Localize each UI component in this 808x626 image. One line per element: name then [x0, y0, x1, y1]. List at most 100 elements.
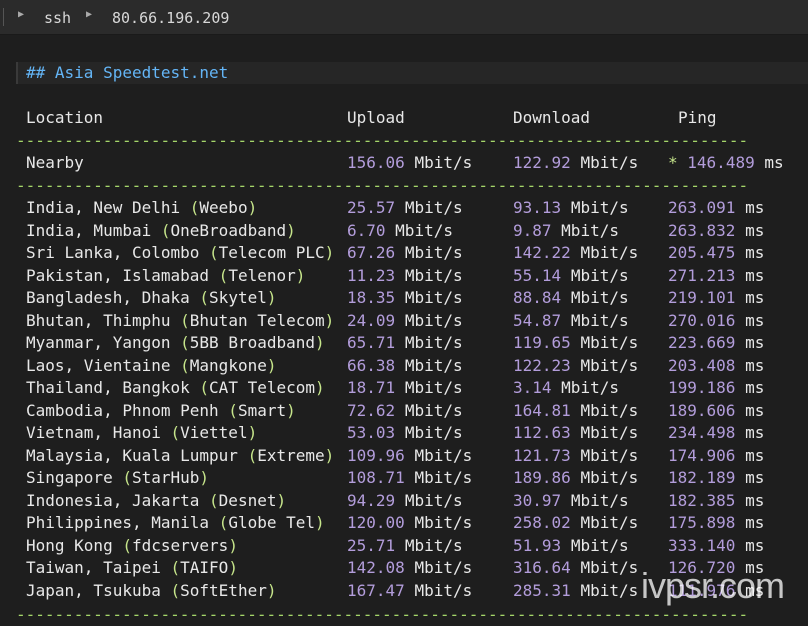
result-upload: 67.26 Mbit/s	[347, 242, 463, 264]
result-ping-value: 189.606	[668, 400, 736, 420]
result-ping: 333.140 ms	[668, 535, 764, 557]
result-download-value: 3.14	[513, 378, 552, 397]
paren-open: (	[180, 310, 190, 330]
result-download-value: 54.87	[513, 310, 562, 330]
result-download-unit: Mbit/s	[561, 378, 619, 397]
result-location: Bhutan, Thimphu (Bhutan Telecom)	[26, 310, 334, 332]
result-isp: TAIFO	[180, 558, 229, 577]
result-place: Philippines, Manila	[26, 513, 210, 532]
result-download-unit: Mbit/s	[570, 265, 629, 285]
paren-close: )	[266, 355, 277, 375]
paren-close: )	[228, 535, 238, 555]
result-download-value: 121.73	[513, 445, 571, 465]
result-upload-unit: Mbit/s	[404, 288, 463, 307]
chevron-right-icon: ▶	[86, 9, 93, 20]
result-ping: 270.016 ms	[668, 310, 764, 332]
result-ping: 219.101 ms	[668, 287, 764, 309]
result-ping: 203.408 ms	[668, 355, 764, 377]
result-download-value: 316.64	[513, 558, 571, 577]
result-upload: 66.38 Mbit/s	[347, 355, 463, 377]
nearby-download-value: 122.92	[513, 153, 571, 172]
result-download-unit: Mbit/s	[570, 198, 629, 217]
result-upload-value: 18.35	[347, 288, 396, 307]
paren-close: )	[286, 220, 296, 240]
result-download-unit: Mbit/s	[580, 400, 639, 420]
result-download: 285.31 Mbit/s	[513, 580, 638, 602]
result-isp: fdcservers	[131, 535, 229, 555]
result-download-value: 93.13	[513, 198, 562, 217]
result-upload-value: 53.03	[347, 423, 396, 442]
result-upload-unit: Mbit/s	[404, 243, 463, 262]
result-download: 30.97 Mbit/s	[513, 490, 629, 512]
nearby-row: Nearby 156.06 Mbit/s 122.92 Mbit/s * 146…	[0, 152, 784, 174]
result-isp: Telenor	[228, 265, 296, 285]
paren-open: (	[170, 580, 181, 600]
result-place: Bhutan, Thimphu	[26, 310, 171, 330]
paren-open: (	[122, 535, 132, 555]
section-heading: ## Asia Speedtest.net	[16, 62, 808, 84]
result-upload-unit: Mbit/s	[404, 355, 463, 375]
nearby-ping-unit: ms	[764, 153, 784, 172]
tab-divider	[3, 8, 4, 26]
result-download: 54.87 Mbit/s	[513, 310, 629, 332]
result-location: Taiwan, Taipei (TAIFO)	[26, 557, 238, 579]
result-ping-value: 234.498	[668, 423, 736, 442]
result-download-unit: Mbit/s	[570, 535, 629, 555]
result-upload-unit: Mbit/s	[404, 490, 463, 510]
result-upload: 72.62 Mbit/s	[347, 400, 463, 422]
result-place: Malaysia, Kuala Lumpur	[26, 445, 238, 465]
result-upload-unit: Mbit/s	[395, 220, 453, 240]
result-ping-value: 263.832	[668, 220, 736, 240]
paren-open: (	[122, 468, 132, 487]
breadcrumb-ssh[interactable]: ssh	[44, 9, 71, 27]
paren-close: )	[295, 265, 306, 285]
result-location: Pakistan, Islamabad (Telenor)	[26, 265, 305, 287]
result-location: Sri Lanka, Colombo (Telecom PLC)	[26, 242, 334, 264]
result-ping-unit: ms	[745, 288, 765, 307]
result-ping-value: 182.189	[668, 468, 736, 487]
result-upload-value: 11.23	[347, 265, 396, 285]
paren-close: )	[276, 490, 287, 510]
result-download-unit: Mbit/s	[580, 333, 639, 352]
paren-open: (	[209, 490, 219, 510]
result-download-value: 189.86	[513, 468, 571, 487]
result-ping-value: 203.408	[668, 355, 736, 375]
result-place: India, New Delhi	[26, 198, 181, 217]
result-download-value: 51.93	[513, 535, 562, 555]
paren-close: )	[266, 580, 277, 600]
result-upload-value: 142.08	[347, 558, 405, 577]
result-ping-unit: ms	[745, 265, 765, 285]
result-location: Indonesia, Jakarta (Desnet)	[26, 490, 286, 512]
result-upload-value: 108.71	[347, 468, 405, 487]
result-upload: 24.09 Mbit/s	[347, 310, 463, 332]
breadcrumb-host[interactable]: 80.66.196.209	[112, 9, 229, 27]
result-upload-unit: Mbit/s	[414, 558, 473, 577]
result-ping: 189.606 ms	[668, 400, 764, 422]
result-isp: Weebo	[199, 198, 248, 217]
result-upload-value: 25.57	[347, 198, 396, 217]
column-location: Location	[26, 108, 104, 127]
result-ping-unit: ms	[745, 310, 765, 330]
result-location: Vietnam, Hanoi (Viettel)	[26, 422, 257, 444]
result-upload-unit: Mbit/s	[414, 445, 473, 465]
result-ping-unit: ms	[745, 445, 765, 465]
result-ping-value: 182.385	[668, 490, 736, 510]
result-location: Philippines, Manila (Globe Tel)	[26, 512, 325, 534]
result-upload: 142.08 Mbit/s	[347, 557, 472, 579]
result-place: Taiwan, Taipei	[26, 558, 161, 577]
result-isp: Bhutan Telecom	[189, 310, 325, 330]
result-download-unit: Mbit/s	[580, 513, 639, 532]
result-download-value: 142.22	[513, 243, 571, 262]
result-download: 164.81 Mbit/s	[513, 400, 638, 422]
result-ping-value: 263.091	[668, 198, 736, 217]
result-download: 122.23 Mbit/s	[513, 355, 638, 377]
result-download: 316.64 Mbit/s	[513, 557, 638, 579]
result-isp: Mangkone	[189, 355, 267, 375]
result-isp: CAT Telecom	[209, 378, 316, 397]
result-ping: 263.091 ms	[668, 197, 764, 219]
result-download-value: 122.23	[513, 355, 571, 375]
result-ping-unit: ms	[745, 513, 765, 532]
result-ping-value: 199.186	[668, 378, 736, 397]
result-download-unit: Mbit/s	[561, 220, 619, 240]
result-download-value: 285.31	[513, 580, 571, 600]
